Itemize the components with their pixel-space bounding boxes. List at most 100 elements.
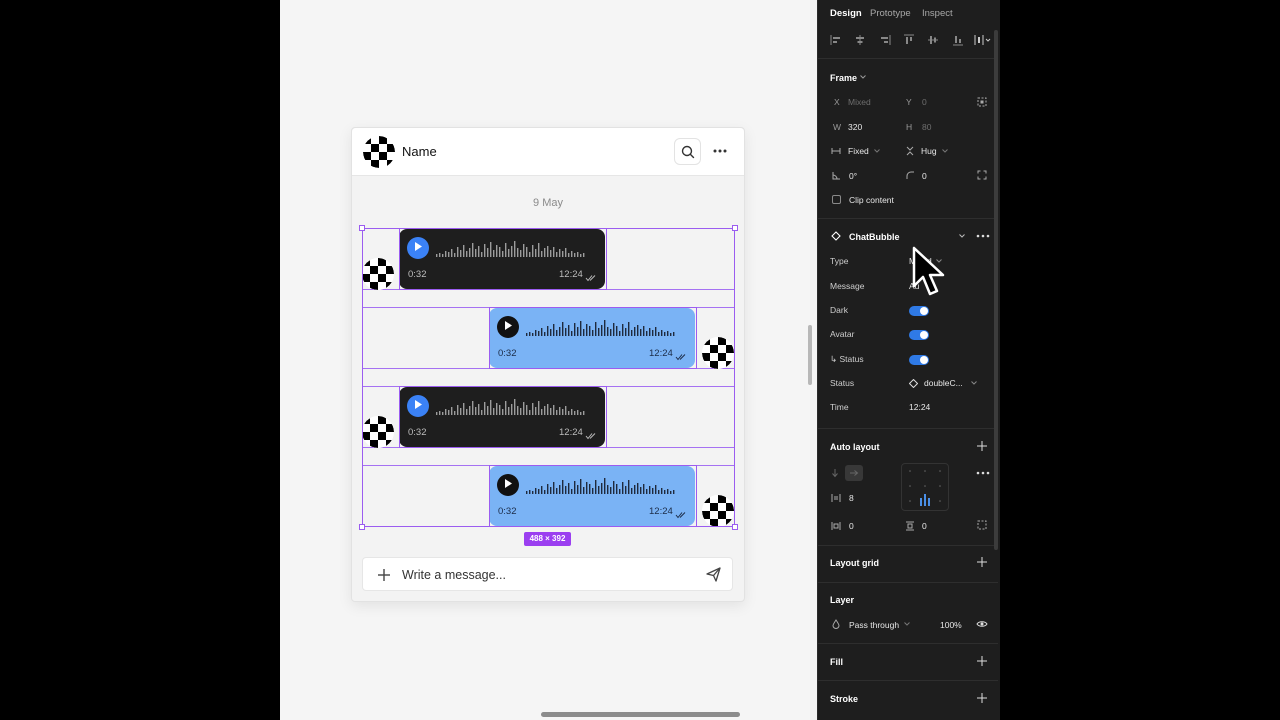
app-window: Name 9 May 0:32 12:24 0:32 12:24 0:32 12:24 0:… bbox=[0, 0, 1280, 720]
layer-title: Layer bbox=[830, 595, 855, 605]
vertical-padding-field[interactable]: 0 bbox=[922, 521, 927, 531]
component-name[interactable]: ChatBubble bbox=[849, 232, 900, 242]
alignment-grid[interactable] bbox=[901, 463, 949, 511]
tab-inspect[interactable]: Inspect bbox=[922, 8, 953, 19]
horizontal-direction-button[interactable] bbox=[845, 465, 863, 481]
divider bbox=[818, 643, 998, 644]
divider bbox=[818, 428, 998, 429]
frame-section-title[interactable]: Frame bbox=[830, 73, 857, 83]
search-icon bbox=[681, 145, 694, 158]
add-fill-icon[interactable] bbox=[977, 656, 987, 666]
chevron-down-icon[interactable] bbox=[959, 234, 965, 238]
tab-design[interactable]: Design bbox=[830, 8, 862, 19]
x-field[interactable]: Mixed bbox=[848, 97, 871, 107]
vertical-padding-icon bbox=[906, 521, 914, 531]
prop-label: Status bbox=[830, 378, 855, 388]
resize-handle[interactable] bbox=[359, 524, 365, 530]
size-badge: 488 × 392 bbox=[524, 532, 571, 546]
component-instance-icon bbox=[831, 231, 841, 241]
more-button[interactable] bbox=[710, 143, 730, 159]
prop-toggle[interactable] bbox=[909, 306, 929, 316]
w-field[interactable]: 320 bbox=[848, 122, 862, 132]
resize-handle[interactable] bbox=[732, 225, 738, 231]
prop-label: ↳ Status bbox=[830, 354, 864, 364]
distribute-icon[interactable] bbox=[974, 34, 992, 46]
blend-mode-icon bbox=[832, 619, 840, 629]
visibility-eye-icon[interactable] bbox=[976, 620, 988, 628]
blend-mode-select[interactable]: Pass through bbox=[849, 620, 899, 630]
constraints-icon[interactable] bbox=[977, 97, 987, 107]
fill-title: Fill bbox=[830, 657, 843, 667]
add-auto-layout-icon[interactable] bbox=[977, 441, 987, 451]
chevron-down-icon[interactable] bbox=[971, 381, 977, 385]
prop-label: Dark bbox=[830, 305, 848, 315]
opacity-field[interactable]: 100% bbox=[940, 620, 962, 630]
stroke-title: Stroke bbox=[830, 694, 859, 704]
date-separator: 9 May bbox=[533, 197, 563, 209]
add-stroke-icon[interactable] bbox=[977, 693, 987, 703]
panel-scrollbar[interactable] bbox=[994, 30, 998, 550]
divider bbox=[818, 218, 998, 219]
divider bbox=[818, 545, 998, 546]
clip-content-checkbox[interactable] bbox=[832, 195, 841, 204]
prop-value[interactable]: 12:24 bbox=[909, 402, 930, 412]
chevron-down-icon[interactable] bbox=[942, 149, 948, 153]
prop-label: Avatar bbox=[830, 329, 855, 339]
tab-prototype[interactable]: Prototype bbox=[870, 8, 911, 19]
radius-field[interactable]: 0 bbox=[922, 171, 927, 181]
alignment-grid-dots bbox=[909, 470, 941, 506]
contact-name: Name bbox=[402, 144, 437, 159]
h-field[interactable]: 80 bbox=[922, 122, 931, 132]
selection-box[interactable] bbox=[362, 228, 735, 527]
auto-layout-more-icon[interactable] bbox=[976, 471, 990, 475]
align-bottom-icon[interactable] bbox=[952, 34, 964, 46]
align-top-icon[interactable] bbox=[903, 34, 915, 46]
send-icon[interactable] bbox=[705, 566, 722, 583]
h-label: H bbox=[906, 122, 913, 132]
chevron-down-icon[interactable] bbox=[904, 622, 910, 626]
horizontal-padding-field[interactable]: 0 bbox=[849, 521, 854, 531]
height-mode-select[interactable]: Hug bbox=[921, 146, 937, 156]
prop-toggle[interactable] bbox=[909, 355, 929, 365]
width-mode-select[interactable]: Fixed bbox=[848, 146, 869, 156]
add-layout-grid-icon[interactable] bbox=[977, 557, 987, 567]
resize-handle[interactable] bbox=[732, 524, 738, 530]
more-icon bbox=[713, 149, 727, 153]
divider bbox=[818, 582, 998, 583]
corner-radius-icon bbox=[906, 171, 914, 179]
layout-grid-title: Layout grid bbox=[830, 558, 879, 568]
message-input[interactable]: Write a message... bbox=[402, 568, 506, 582]
prop-toggle[interactable] bbox=[909, 330, 929, 340]
y-field[interactable]: 0 bbox=[922, 97, 927, 107]
spacing-icon bbox=[831, 494, 841, 502]
component-instance-icon bbox=[909, 379, 918, 388]
x-label: X bbox=[834, 97, 840, 107]
spacing-field[interactable]: 8 bbox=[849, 493, 854, 503]
divider bbox=[818, 58, 998, 59]
chevron-down-icon[interactable] bbox=[860, 75, 866, 79]
plus-icon[interactable] bbox=[376, 567, 392, 583]
w-label: W bbox=[833, 122, 842, 132]
prop-label: Message bbox=[830, 281, 865, 291]
horizontal-padding-icon bbox=[831, 522, 841, 530]
resize-handle[interactable] bbox=[359, 225, 365, 231]
chevron-down-icon[interactable] bbox=[874, 149, 880, 153]
independent-corners-icon[interactable] bbox=[977, 170, 987, 180]
align-right-icon[interactable] bbox=[879, 34, 891, 46]
prop-value[interactable]: doubleC... bbox=[924, 378, 963, 388]
vertical-direction-icon[interactable] bbox=[831, 468, 839, 478]
search-button[interactable] bbox=[674, 138, 701, 165]
align-left-icon[interactable] bbox=[830, 34, 842, 46]
prop-label: Time bbox=[830, 402, 849, 412]
align-center-v-icon[interactable] bbox=[927, 34, 939, 46]
canvas-scrollbar[interactable] bbox=[808, 325, 812, 385]
prop-label: Type bbox=[830, 256, 849, 266]
rotation-icon bbox=[832, 172, 840, 180]
horizontal-direction-icon bbox=[850, 470, 859, 476]
rotation-field[interactable]: 0° bbox=[849, 171, 857, 181]
align-center-h-icon[interactable] bbox=[854, 34, 866, 46]
individual-padding-icon[interactable] bbox=[977, 520, 987, 530]
more-options-icon[interactable] bbox=[976, 234, 990, 238]
home-indicator bbox=[541, 712, 740, 717]
message-composer[interactable]: Write a message... bbox=[362, 557, 733, 591]
